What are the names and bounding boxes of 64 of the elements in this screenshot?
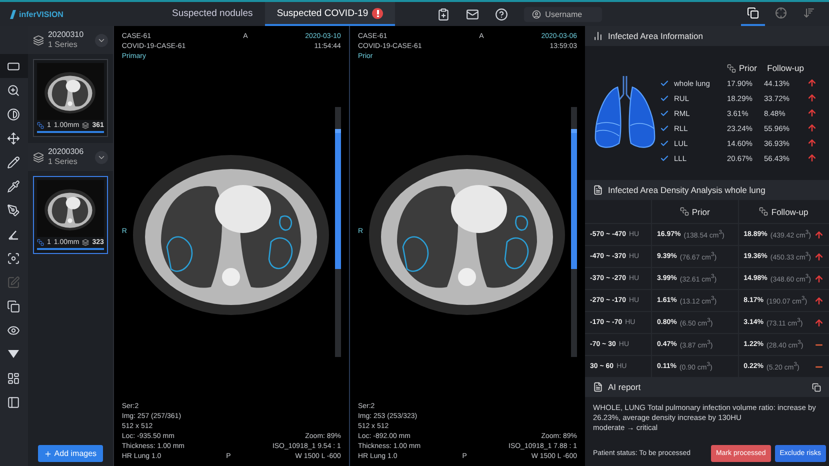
contrast-icon [7, 108, 20, 120]
column-header: Prior [652, 200, 738, 223]
pipette-icon [7, 180, 20, 192]
series-icon [727, 64, 736, 72]
user-menu[interactable]: Username [524, 6, 602, 22]
stack-icon [32, 152, 44, 162]
images-icon [82, 239, 90, 246]
help-icon[interactable] [495, 8, 508, 20]
zoom-icon [7, 84, 20, 96]
expand-button[interactable] [94, 34, 108, 46]
user-icon [532, 10, 542, 18]
images-icon [82, 122, 90, 129]
report-icon [593, 382, 603, 392]
checkbox[interactable] [659, 153, 669, 163]
series-date: 20200306 [48, 147, 85, 157]
focus-icon [7, 252, 20, 264]
series-date: 20200310 [48, 30, 85, 40]
checkbox[interactable] [659, 93, 669, 103]
layout-icon [7, 372, 20, 384]
checkbox[interactable] [659, 78, 669, 88]
table-icon [593, 185, 603, 195]
sort-icon [803, 7, 815, 19]
logo: inferVISION [0, 10, 120, 18]
slice-icon [36, 239, 44, 246]
tab[interactable]: Suspected nodules [160, 2, 265, 26]
tab[interactable]: Suspected COVID-19 [264, 2, 396, 26]
section-title: Infected Area Information [608, 31, 703, 41]
layers-icon [7, 300, 20, 312]
ct-scan-drawing [42, 186, 98, 230]
expand-button[interactable] [94, 150, 108, 164]
panel-icon [7, 396, 20, 408]
checkbox[interactable] [659, 138, 669, 148]
series-icon [759, 207, 768, 216]
edit-icon [7, 276, 20, 288]
move-icon [7, 132, 20, 144]
triangle-down-icon [8, 350, 20, 358]
column-header: Prior [727, 63, 761, 73]
column-header: Follow-up [738, 200, 829, 223]
slice-icon [36, 122, 44, 129]
column-header: Follow-up [764, 63, 804, 73]
add-images-button[interactable]: Add images [38, 445, 103, 462]
copy-icon[interactable] [812, 382, 821, 392]
series-count: 1 Series [48, 40, 78, 50]
eye-icon [7, 324, 20, 336]
clipboard-icon[interactable] [437, 8, 450, 20]
series-count: 1 Series [48, 157, 78, 167]
series-icon [680, 207, 689, 216]
scroll-bar[interactable] [334, 107, 341, 357]
pen-icon [7, 204, 20, 216]
mail-icon[interactable] [466, 8, 480, 20]
plus-icon [44, 450, 52, 458]
stack-icon [32, 34, 44, 46]
pencil-icon [7, 156, 20, 168]
target-icon [775, 7, 787, 19]
logo-icon [10, 10, 16, 18]
chart-icon [593, 31, 603, 41]
section-title: Infected Area Density Analysis whole lung [608, 185, 766, 195]
tool-button[interactable] [0, 54, 28, 78]
scroll-bar[interactable] [571, 107, 577, 357]
ct-scan-drawing [42, 70, 98, 114]
checkbox[interactable] [659, 123, 669, 133]
checkbox[interactable] [659, 108, 669, 118]
copy-icon [747, 7, 759, 19]
section-title: AI report [608, 382, 641, 392]
